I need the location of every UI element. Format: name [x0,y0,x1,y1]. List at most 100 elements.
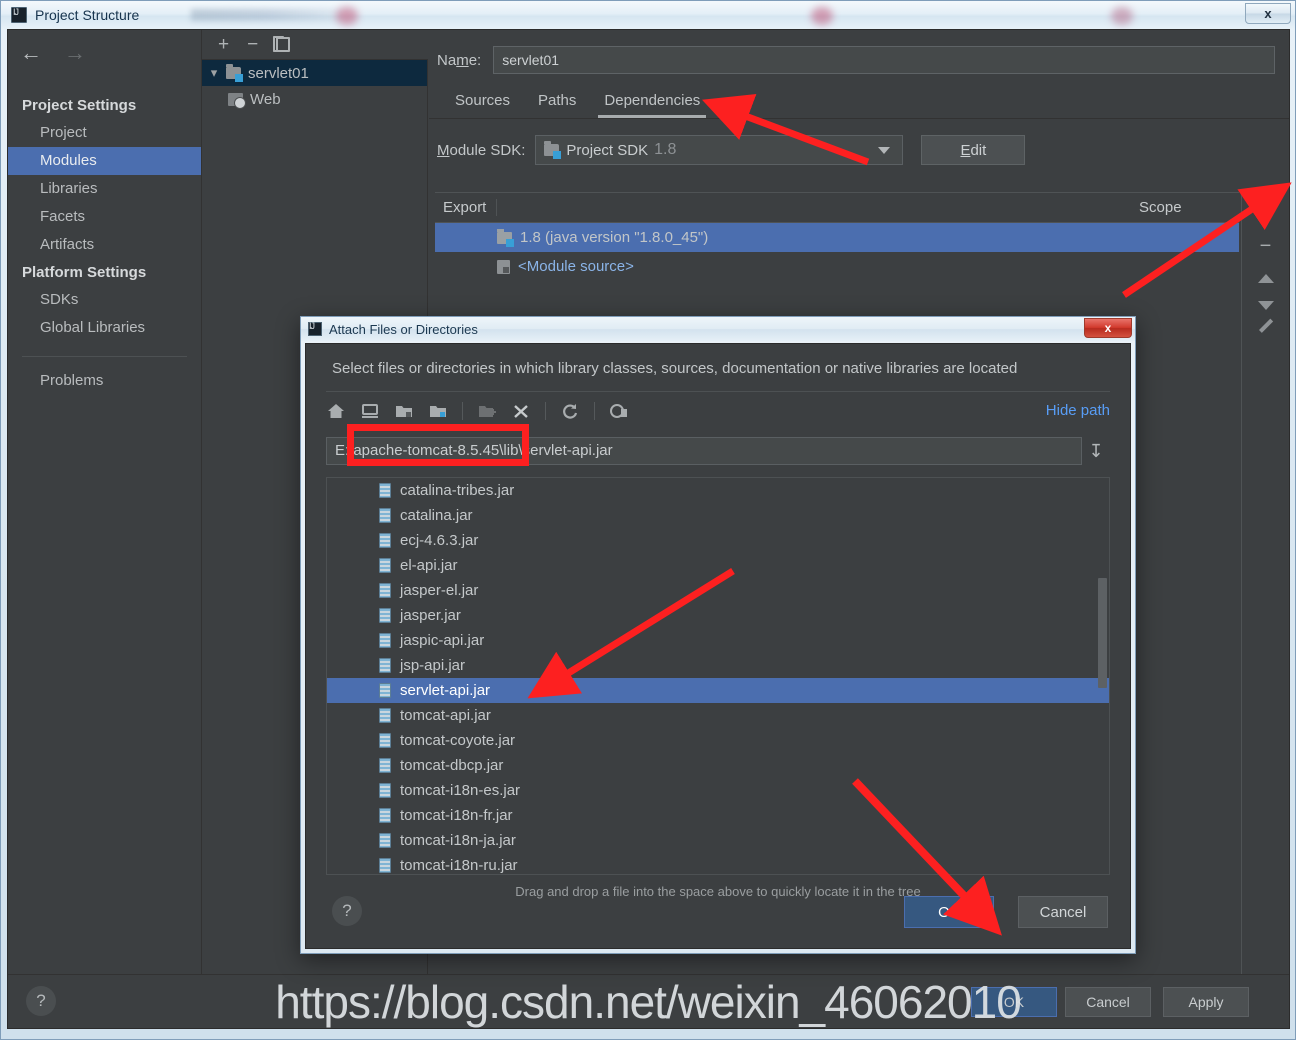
jar-file-icon [379,808,391,823]
tree-node-servlet01[interactable]: ▾ servlet01 [202,60,427,86]
forward-arrow-icon[interactable]: → [64,42,86,64]
help-button[interactable]: ? [26,986,56,1016]
tab-sources[interactable]: Sources [441,88,524,118]
tree-node-web[interactable]: Web [202,86,427,112]
hide-path-link[interactable]: Hide path [1046,402,1110,419]
jar-file-icon [379,708,391,723]
chevron-right-icon[interactable]: › [327,533,383,548]
chevron-right-icon[interactable]: › [327,833,383,848]
module-name-label: Name: [437,51,482,69]
list-item[interactable]: › tomcat-i18n-fr.jar [327,803,1109,828]
sidebar-item-problems[interactable]: Problems [8,367,201,395]
chevron-right-icon[interactable]: › [327,608,383,623]
new-folder-icon[interactable] [477,402,497,420]
dependency-label: <Module source> [518,258,634,275]
remove-dependency-button[interactable]: − [1260,236,1272,256]
chevron-right-icon[interactable]: › [327,558,383,573]
show-hidden-files-icon[interactable] [609,402,629,420]
add-dependency-button[interactable]: + [1260,198,1272,218]
sidebar-item-artifacts[interactable]: Artifacts [8,231,201,259]
dialog-cancel-button[interactable]: Cancel [1018,896,1108,928]
file-name: tomcat-coyote.jar [400,732,516,749]
delete-icon[interactable] [511,402,531,420]
list-item[interactable]: › tomcat-i18n-ru.jar [327,853,1109,874]
tab-paths[interactable]: Paths [524,88,590,118]
chevron-right-icon[interactable]: › [327,708,383,723]
dialog-ok-button[interactable]: OK [904,896,994,928]
edit-sdk-button[interactable]: Edit [921,135,1026,165]
sidebar-item-facets[interactable]: Facets [8,203,201,231]
chevron-right-icon[interactable]: › [327,808,383,823]
title-blur-artifact [191,9,341,21]
path-input[interactable]: E:\apache-tomcat-8.5.45\lib\servlet-api.… [326,437,1082,465]
chevron-right-icon[interactable]: › [327,483,383,498]
module-tree-toolbar: + − [202,30,428,60]
jar-file-icon [379,533,391,548]
list-item[interactable]: › ecj-4.6.3.jar [327,528,1109,553]
chevron-right-icon[interactable]: › [327,508,383,523]
sidebar-item-global-libraries[interactable]: Global Libraries [8,314,201,342]
list-item[interactable]: › tomcat-coyote.jar [327,728,1109,753]
list-item[interactable]: › catalina.jar [327,503,1109,528]
screenshot-root: Project Structure x ← → Project Settings… [0,0,1296,1040]
chevron-down-icon[interactable]: ▾ [202,65,226,81]
chevron-right-icon[interactable]: › [327,783,383,798]
chevron-right-icon[interactable]: › [327,733,383,748]
sidebar-item-modules[interactable]: Modules [8,147,201,175]
list-item[interactable]: › jsp-api.jar [327,653,1109,678]
sidebar-item-project[interactable]: Project [8,119,201,147]
chevron-right-icon[interactable]: › [327,858,383,873]
project-folder-icon[interactable] [394,402,414,420]
jar-file-icon [379,633,391,648]
ok-button[interactable]: OK [971,987,1057,1017]
move-up-button[interactable] [1257,274,1274,283]
column-header-scope: Scope [1139,199,1182,216]
module-sdk-dropdown[interactable]: Project SDK 1.8 [535,135,904,165]
table-row[interactable]: 1.8 (java version "1.8.0_45") [435,223,1239,252]
sidebar-item-libraries[interactable]: Libraries [8,175,201,203]
jar-file-icon [379,783,391,798]
list-item-selected[interactable]: › servlet-api.jar [327,678,1109,703]
path-history-icon[interactable]: ↧ [1082,441,1110,462]
module-folder-icon[interactable] [428,402,448,420]
list-item[interactable]: › tomcat-i18n-es.jar [327,778,1109,803]
table-row[interactable]: <Module source> [435,252,1239,281]
list-item[interactable]: › catalina-tribes.jar [327,478,1109,503]
chevron-right-icon[interactable]: › [327,683,383,698]
sidebar-item-sdks[interactable]: SDKs [8,286,201,314]
list-item[interactable]: › tomcat-dbcp.jar [327,753,1109,778]
copy-module-icon[interactable] [273,36,291,52]
list-item[interactable]: › jaspic-api.jar [327,628,1109,653]
desktop-icon[interactable] [360,402,380,420]
dialog-help-button[interactable]: ? [332,896,362,926]
module-name-input[interactable]: servlet01 [493,46,1275,74]
edit-dependency-button[interactable] [1258,328,1274,344]
window-close-button[interactable]: x [1245,3,1291,24]
file-chooser-toolbar: Hide path [326,391,1110,429]
tree-node-label: Web [250,90,281,108]
list-item[interactable]: › jasper-el.jar [327,578,1109,603]
file-name: jsp-api.jar [400,657,466,674]
home-icon[interactable] [326,402,346,420]
list-item[interactable]: › jasper.jar [327,603,1109,628]
chevron-right-icon[interactable]: › [327,633,383,648]
chevron-down-icon[interactable] [878,147,891,154]
remove-module-icon[interactable]: − [247,35,258,54]
refresh-icon[interactable] [560,402,580,420]
tab-dependencies[interactable]: Dependencies [590,88,714,118]
add-module-icon[interactable]: + [218,35,229,54]
jar-file-icon [379,558,391,573]
cancel-button[interactable]: Cancel [1065,987,1151,1017]
dialog-close-button[interactable]: x [1084,318,1132,338]
file-list-scrollbar[interactable] [1098,578,1107,688]
apply-button[interactable]: Apply [1163,987,1249,1017]
file-tree-list[interactable]: › catalina-tribes.jar › catalina.jar › ecj-… [326,477,1110,875]
chevron-right-icon[interactable]: › [327,758,383,773]
list-item[interactable]: › tomcat-i18n-ja.jar [327,828,1109,853]
list-item[interactable]: › el-api.jar [327,553,1109,578]
back-arrow-icon[interactable]: ← [20,42,42,64]
chevron-right-icon[interactable]: › [327,583,383,598]
move-down-button[interactable] [1257,301,1274,310]
chevron-right-icon[interactable]: › [327,658,383,673]
list-item[interactable]: › tomcat-api.jar [327,703,1109,728]
